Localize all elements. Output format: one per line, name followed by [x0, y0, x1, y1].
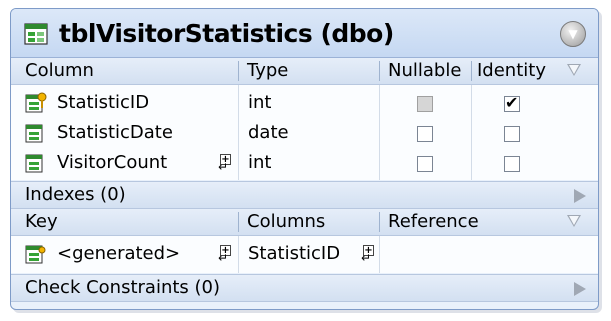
primary-key-column-icon	[25, 92, 47, 113]
indexes-label: Indexes (0)	[25, 184, 126, 205]
columns-list: StatisticID int ✔ StatisticDate date Vis…	[11, 85, 598, 180]
key-icon	[25, 245, 46, 264]
identity-checkbox[interactable]: ✔	[504, 93, 520, 112]
checkmark-icon: ✔	[505, 93, 519, 112]
column-type[interactable]: int	[248, 88, 271, 118]
table-title: tblVisitorStatistics (dbo)	[59, 19, 394, 48]
identity-checkbox[interactable]	[504, 156, 520, 172]
filter-icon[interactable]	[567, 215, 581, 227]
nullable-checkbox[interactable]	[417, 156, 433, 172]
key-name[interactable]: <generated>	[57, 239, 180, 269]
nullable-checkbox	[417, 96, 433, 112]
key-header-columns[interactable]: Columns	[247, 209, 325, 235]
keys-list: <generated> + ↵ StatisticID + ↵	[11, 236, 598, 273]
check-constraints-section-header[interactable]: Check Constraints (0)	[11, 274, 598, 302]
indexes-section-header[interactable]: Indexes (0)	[11, 181, 598, 209]
column-name[interactable]: StatisticDate	[57, 118, 173, 148]
table-row[interactable]: <generated> + ↵ StatisticID + ↵	[11, 239, 598, 269]
keys-header-row: Key Columns Reference	[11, 209, 598, 236]
key-columns[interactable]: StatisticID	[248, 239, 340, 269]
table-row[interactable]: VisitorCount + ↵ int	[11, 148, 598, 178]
nullable-checkbox[interactable]	[417, 126, 433, 142]
add-key-column-icon[interactable]: + ↵	[218, 245, 234, 264]
column-header-nullable[interactable]: Nullable	[388, 58, 461, 84]
column-header-identity[interactable]: Identity	[477, 58, 546, 84]
table-entity-card[interactable]: tblVisitorStatistics (dbo) ▼ Column Type…	[10, 8, 599, 310]
column-type[interactable]: date	[248, 118, 289, 148]
expand-icon[interactable]	[574, 189, 586, 203]
table-row[interactable]: StatisticID int ✔	[11, 88, 598, 118]
column-header-type[interactable]: Type	[247, 58, 288, 84]
column-icon	[25, 124, 43, 143]
add-key-column-icon[interactable]: + ↵	[361, 245, 377, 264]
column-icon	[25, 154, 43, 173]
columns-header-row: Column Type Nullable Identity	[11, 58, 598, 85]
table-row[interactable]: StatisticDate date	[11, 118, 598, 148]
chevron-down-icon[interactable]: ▼	[560, 21, 586, 47]
filter-icon[interactable]	[567, 64, 581, 76]
column-type[interactable]: int	[248, 148, 271, 178]
identity-checkbox[interactable]	[504, 126, 520, 142]
key-header-key[interactable]: Key	[25, 209, 58, 235]
add-relation-icon[interactable]: + ↵	[218, 154, 234, 173]
table-title-bar[interactable]: tblVisitorStatistics (dbo) ▼	[11, 9, 598, 58]
table-icon	[24, 23, 48, 45]
check-constraints-label: Check Constraints (0)	[25, 277, 221, 298]
column-header-column[interactable]: Column	[25, 58, 94, 84]
key-header-reference[interactable]: Reference	[388, 209, 479, 235]
column-name[interactable]: StatisticID	[57, 88, 149, 118]
expand-icon[interactable]	[574, 282, 586, 296]
column-name[interactable]: VisitorCount	[57, 148, 167, 178]
